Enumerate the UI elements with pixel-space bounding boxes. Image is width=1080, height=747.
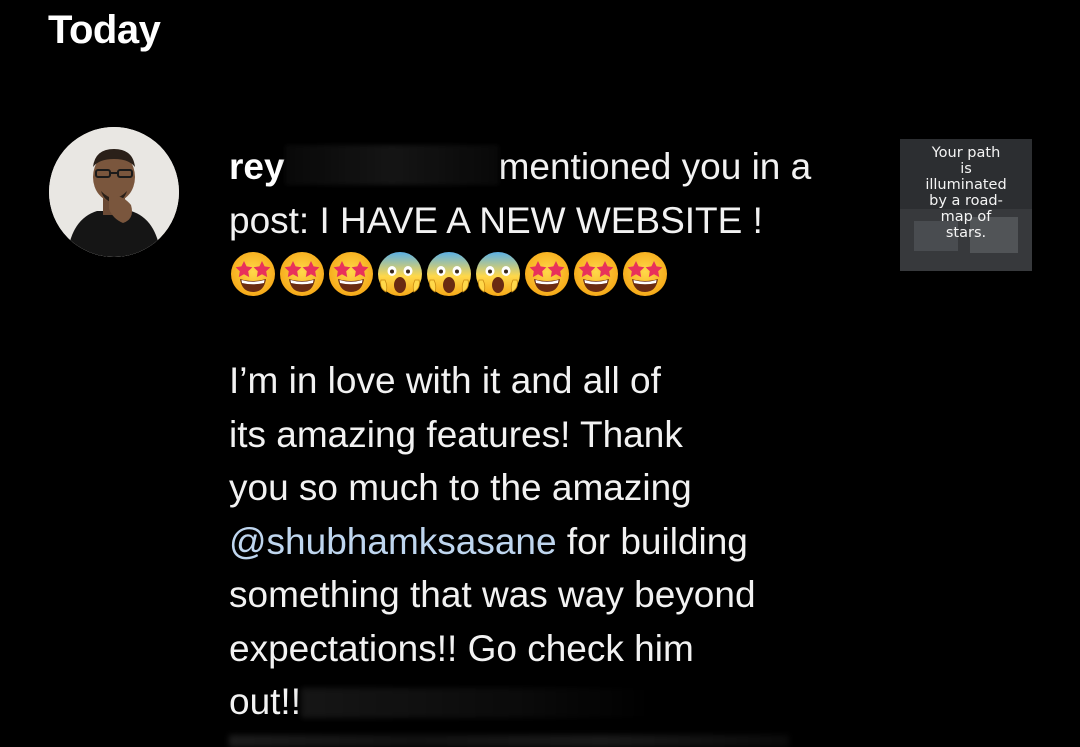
thumbnail-caption: Your path is illuminated by a road- map …: [925, 145, 1007, 241]
notification-header-line: rey mentioned you in a post: I HAVE A NEW…: [229, 140, 849, 247]
star-struck-icon: [329, 251, 373, 296]
body-line-last: out!!: [229, 675, 849, 729]
body-text: for building: [556, 520, 748, 562]
screaming-in-fear-icon: [475, 251, 521, 297]
emoji-row: [229, 247, 849, 301]
body-line: I’m in love with it and all of: [229, 360, 661, 401]
body-line: something that was way beyond: [229, 574, 756, 615]
username[interactable]: rey: [229, 146, 285, 187]
star-struck-icon: [525, 251, 569, 296]
screaming-in-fear-icon: [426, 251, 472, 297]
body-line-mention: @shubhamksasane for building: [229, 515, 849, 569]
body-line: expectations!! Go check him: [229, 627, 694, 669]
body-line: its amazing features! Thank: [229, 413, 683, 455]
mention-link[interactable]: @shubhamksasane: [229, 521, 557, 562]
redacted-text: [301, 688, 661, 718]
star-struck-icon: [280, 251, 324, 296]
star-struck-icon: [231, 251, 275, 296]
notification-text[interactable]: rey mentioned you in a post: I HAVE A NEW…: [229, 140, 849, 729]
redacted-text: [229, 735, 789, 747]
body-text: out!!: [229, 681, 301, 722]
star-struck-icon: [623, 251, 667, 296]
star-struck-icon: [574, 251, 618, 296]
screaming-in-fear-icon: [377, 251, 423, 297]
avatar[interactable]: [49, 127, 179, 257]
redacted-username: [284, 145, 499, 185]
post-thumbnail[interactable]: Your path is illuminated by a road- map …: [900, 139, 1032, 271]
avatar-photo: [49, 127, 179, 257]
section-title: Today: [48, 8, 161, 52]
body-line: you so much to the amazing: [229, 467, 692, 508]
